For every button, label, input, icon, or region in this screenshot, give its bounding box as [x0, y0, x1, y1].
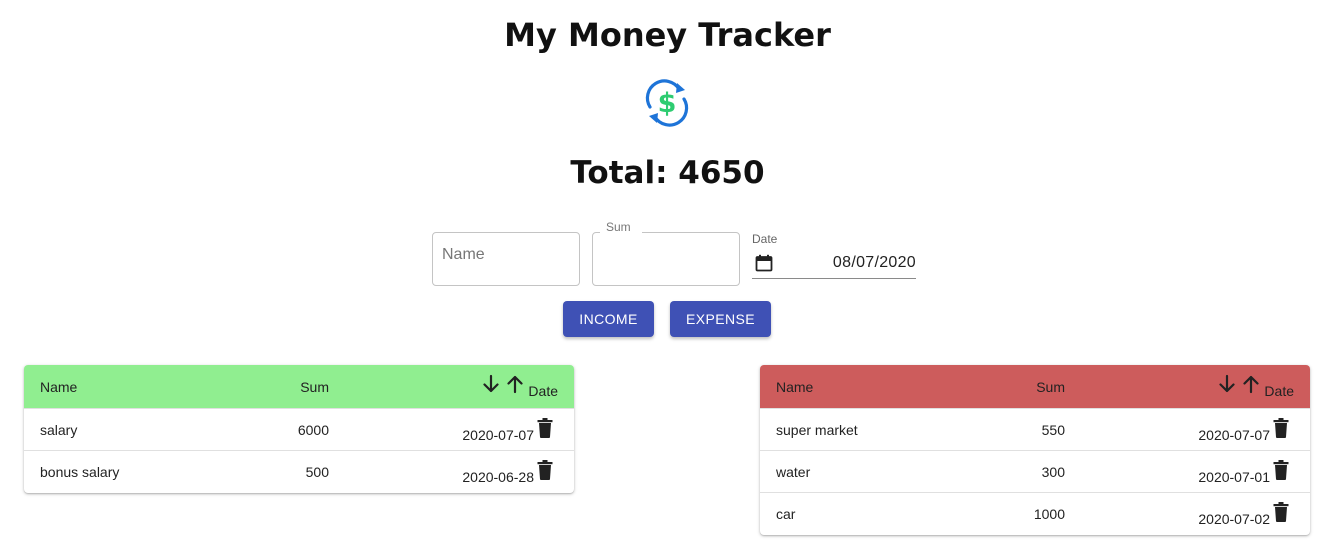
- trash-icon[interactable]: [537, 418, 553, 438]
- row-date: 2020-07-02: [1198, 511, 1270, 527]
- row-sum: 300: [1041, 464, 1065, 480]
- date-input[interactable]: 08/07/2020: [752, 250, 916, 279]
- trash-icon[interactable]: [1273, 460, 1289, 480]
- row-sum: 6000: [297, 422, 329, 438]
- table-row: salary 6000 2020-07-07: [24, 409, 574, 451]
- sort-ascending-icon[interactable]: [505, 373, 525, 395]
- income-button[interactable]: INCOME: [563, 301, 654, 337]
- row-name: bonus salary: [40, 464, 120, 480]
- total-amount: Total: 4650: [570, 155, 765, 191]
- sum-label: Sum: [600, 220, 642, 234]
- row-date: 2020-06-28: [462, 469, 534, 485]
- column-header-name: Name: [40, 379, 78, 395]
- column-header-name: Name: [776, 379, 814, 395]
- table-row: super market 550 2020-07-07: [760, 409, 1310, 451]
- table-row: bonus salary 500 2020-06-28: [24, 451, 574, 493]
- expense-table-header: Name Sum Date: [760, 365, 1310, 409]
- income-table-header: Name Sum Date: [24, 365, 574, 409]
- row-sum: 1000: [1033, 506, 1065, 522]
- trash-icon[interactable]: [1273, 418, 1289, 438]
- expense-table: Name Sum Date super market 550 2020-07-0…: [760, 365, 1310, 535]
- row-date: 2020-07-07: [1198, 427, 1270, 443]
- table-row: car 1000 2020-07-02: [760, 493, 1310, 535]
- expense-button[interactable]: EXPENSE: [670, 301, 771, 337]
- row-name: water: [776, 464, 811, 480]
- column-header-sum: Sum: [1036, 379, 1065, 395]
- table-row: water 300 2020-07-01: [760, 451, 1310, 493]
- column-header-date: Date: [1264, 383, 1294, 399]
- sum-field-container: [592, 232, 740, 286]
- row-date: 2020-07-01: [1198, 469, 1270, 485]
- row-name: salary: [40, 422, 78, 438]
- name-input[interactable]: [442, 246, 562, 264]
- dollar-exchange-icon: $: [645, 79, 689, 127]
- income-table: Name Sum Date salary 6000 2020-07-07 bon…: [24, 365, 574, 493]
- sum-input[interactable]: [602, 246, 722, 264]
- row-date: 2020-07-07: [462, 427, 534, 443]
- column-header-sum: Sum: [300, 379, 329, 395]
- sort-descending-icon[interactable]: [481, 373, 501, 395]
- row-sum: 500: [305, 464, 329, 480]
- trash-icon[interactable]: [1273, 502, 1289, 522]
- calendar-icon[interactable]: [755, 254, 773, 272]
- row-name: super market: [776, 422, 858, 438]
- date-value: 08/07/2020: [832, 254, 916, 271]
- svg-text:$: $: [658, 88, 677, 119]
- trash-icon[interactable]: [537, 460, 553, 480]
- row-name: car: [776, 506, 796, 522]
- column-header-date: Date: [528, 383, 558, 399]
- sort-ascending-icon[interactable]: [1241, 373, 1261, 395]
- date-label: Date: [752, 232, 778, 246]
- row-sum: 550: [1041, 422, 1065, 438]
- app-title: My Money Tracker: [504, 16, 831, 54]
- sort-descending-icon[interactable]: [1217, 373, 1237, 395]
- name-field-container: [432, 232, 580, 286]
